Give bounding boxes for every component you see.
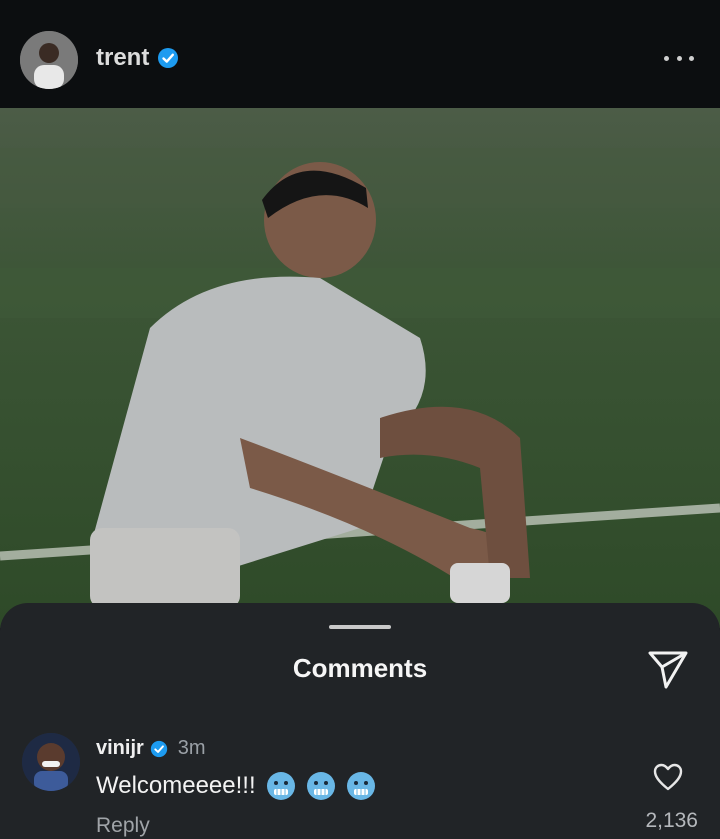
commenter-username[interactable]: vinijr 3m [96, 737, 206, 760]
cold-face-emoji-icon [266, 771, 296, 801]
comments-sheet: Comments vinijr 3m Welcomeeee!!! Reply 2… [0, 603, 720, 839]
sheet-drag-handle[interactable] [329, 625, 391, 629]
cold-face-emoji-icon [346, 771, 376, 801]
profile-avatar[interactable] [20, 31, 78, 89]
commenter-name[interactable]: vinijr [96, 737, 144, 760]
post-header: trent [0, 0, 720, 108]
post-photo [0, 108, 720, 628]
heart-icon[interactable] [652, 761, 684, 793]
reply-button[interactable]: Reply [96, 814, 150, 838]
comment-text: Welcomeeee!!! [96, 772, 256, 799]
cold-face-emoji-icon [306, 771, 336, 801]
comment-body: Welcomeeee!!! [96, 771, 376, 801]
comment-time: 3m [177, 737, 206, 759]
commenter-avatar[interactable] [22, 733, 80, 791]
username-text[interactable]: trent [96, 44, 149, 72]
post-username[interactable]: trent [96, 44, 179, 72]
verified-badge-icon [157, 47, 179, 69]
more-dots-icon[interactable] [664, 48, 694, 68]
comments-title: Comments [292, 653, 428, 683]
like-count: 2,136 [645, 809, 698, 832]
verified-badge-icon [150, 740, 168, 758]
send-icon[interactable] [646, 647, 690, 691]
